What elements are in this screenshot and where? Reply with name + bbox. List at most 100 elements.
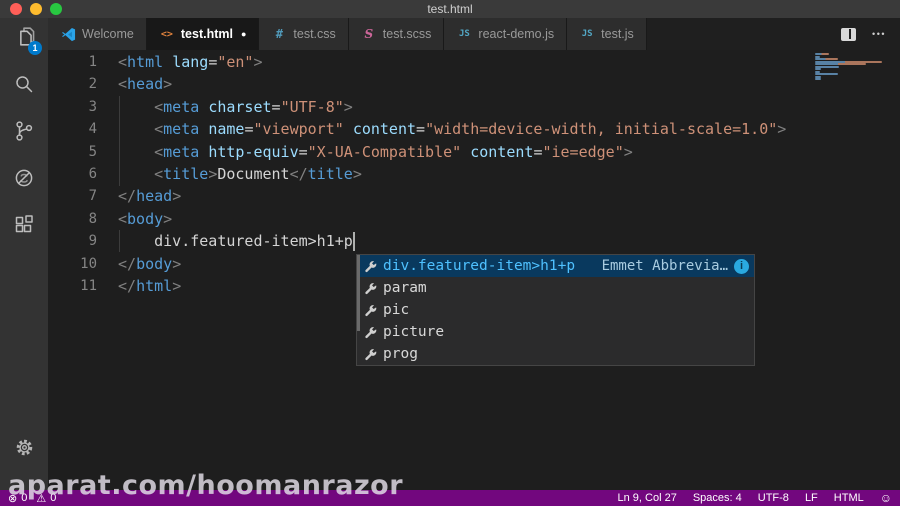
line-number: 11 (48, 275, 97, 297)
code-line-2[interactable]: 2<head> (48, 73, 900, 95)
extensions-icon (12, 213, 36, 242)
code-line-4[interactable]: 4 <meta name="viewport" content="width=d… (48, 118, 900, 140)
status-errors[interactable]: ⊗0 (8, 492, 27, 505)
js-icon: JS (456, 29, 472, 39)
code-editor[interactable]: 1<html lang="en">2<head>3 <meta charset=… (48, 50, 900, 490)
tab-bar: Welcome<>test.html●#test.cssStest.scssJS… (48, 18, 900, 50)
indent-guide (119, 96, 120, 186)
activity-item-debug[interactable] (9, 167, 39, 193)
feedback-smiley-icon[interactable]: ☺ (880, 491, 892, 505)
line-number: 3 (48, 96, 97, 118)
suggest-widget: div.featured-item>h1+p Emmet Abbrevia… i pa… (356, 254, 755, 366)
html-icon: <> (159, 29, 175, 40)
line-content: </body> (97, 253, 181, 275)
tab-label: test.html (181, 27, 233, 41)
suggestion-param[interactable]: param (357, 277, 754, 299)
titlebar: test.html (0, 0, 900, 18)
activity-bar: 1 (0, 18, 48, 490)
suggestion-div.featured-item>h1+p[interactable]: div.featured-item>h1+p Emmet Abbrevia… i (357, 255, 754, 277)
tab-test.html[interactable]: <> test.html ● (147, 18, 260, 50)
code-line-9[interactable]: 9 div.featured-item>h1+p (48, 230, 900, 252)
tab-test.js[interactable]: JStest.js (567, 18, 647, 50)
minimap-line (815, 78, 821, 80)
line-content: <meta name="viewport" content="width=dev… (97, 118, 786, 140)
suggestion-label: param (383, 277, 427, 299)
wrench-icon (364, 348, 377, 361)
suggestion-pic[interactable]: pic (357, 299, 754, 321)
tab-label: test.scss (383, 27, 432, 41)
line-number: 10 (48, 253, 97, 275)
wrench-icon (364, 326, 377, 339)
tab-test.css[interactable]: # test.css (259, 18, 348, 50)
indent-guide (119, 230, 120, 252)
line-content: </html> (97, 275, 181, 297)
modified-dot: ● (241, 29, 246, 39)
activity-item-explorer[interactable]: 1 (9, 26, 39, 52)
wrench-icon (364, 304, 377, 317)
code-line-3[interactable]: 3 <meta charset="UTF-8"> (48, 96, 900, 118)
css-icon: # (271, 27, 287, 41)
status-item[interactable]: UTF-8 (758, 492, 789, 504)
activity-item-settings-gear[interactable] (9, 437, 39, 463)
suggestion-label: picture (383, 321, 444, 343)
minimap-line (815, 58, 838, 60)
wrench-icon (364, 260, 377, 273)
code-line-7[interactable]: 7</head> (48, 185, 900, 207)
line-content: <html lang="en"> (97, 51, 263, 73)
scss-icon: S (361, 27, 377, 41)
code-line-8[interactable]: 8<body> (48, 208, 900, 230)
minimap-line (815, 68, 821, 70)
suggestion-label: div.featured-item>h1+p (383, 255, 575, 277)
line-content: <body> (97, 208, 172, 230)
source-control-icon (12, 119, 36, 148)
line-content: </head> (97, 185, 181, 207)
warning-icon: ⚠ (36, 492, 46, 505)
suggestion-picture[interactable]: picture (357, 321, 754, 343)
suggest-scrollbar[interactable] (357, 255, 360, 331)
line-content: div.featured-item>h1+p (97, 230, 353, 252)
split-editor-icon[interactable] (841, 28, 856, 41)
vscode-logo-icon (60, 27, 76, 42)
code-line-6[interactable]: 6 <title>Document</title> (48, 163, 900, 185)
activity-item-source-control[interactable] (9, 120, 39, 146)
tab-Welcome[interactable]: Welcome (48, 18, 147, 50)
status-bar: ⊗0⚠0 Ln 9, Col 27Spaces: 4UTF-8LFHTML☺ (0, 490, 900, 506)
count: 0 (21, 492, 27, 504)
line-number: 5 (48, 141, 97, 163)
line-number: 9 (48, 230, 97, 252)
tab-test.scss[interactable]: Stest.scss (349, 18, 445, 50)
suggestion-detail: Emmet Abbrevia… (602, 255, 728, 277)
text-cursor (353, 232, 355, 251)
line-content: <meta charset="UTF-8"> (97, 96, 353, 118)
activity-item-search[interactable] (9, 73, 39, 99)
activity-item-extensions[interactable] (9, 214, 39, 240)
status-item[interactable]: Ln 9, Col 27 (618, 492, 677, 504)
line-content: <meta http-equiv="X-UA-Compatible" conte… (97, 141, 633, 163)
error-icon: ⊗ (8, 492, 17, 505)
tab-react-demo.js[interactable]: JS react-demo.js (444, 18, 567, 50)
suggestion-prog[interactable]: prog (357, 343, 754, 365)
line-number: 4 (48, 118, 97, 140)
minimap-line (815, 53, 829, 55)
settings-gear-icon (13, 436, 36, 464)
status-item[interactable]: HTML (834, 492, 864, 504)
code-line-1[interactable]: 1<html lang="en"> (48, 51, 900, 73)
status-item[interactable]: Spaces: 4 (693, 492, 742, 504)
info-icon[interactable]: i (734, 259, 749, 274)
minimap[interactable] (815, 53, 887, 81)
more-actions-icon[interactable]: ••• (872, 29, 886, 39)
code-line-5[interactable]: 5 <meta http-equiv="X-UA-Compatible" con… (48, 141, 900, 163)
tab-label: Welcome (82, 27, 134, 41)
debug-icon (12, 166, 36, 195)
suggestion-label: pic (383, 299, 409, 321)
line-content: <title>Document</title> (97, 163, 362, 185)
count: 0 (50, 492, 56, 504)
tab-label: test.css (293, 27, 335, 41)
line-number: 6 (48, 163, 97, 185)
tab-label: react-demo.js (478, 27, 554, 41)
status-warnings[interactable]: ⚠0 (36, 492, 56, 505)
search-icon (12, 72, 36, 101)
explorer-badge: 1 (28, 41, 42, 55)
line-number: 7 (48, 185, 97, 207)
status-item[interactable]: LF (805, 492, 818, 504)
